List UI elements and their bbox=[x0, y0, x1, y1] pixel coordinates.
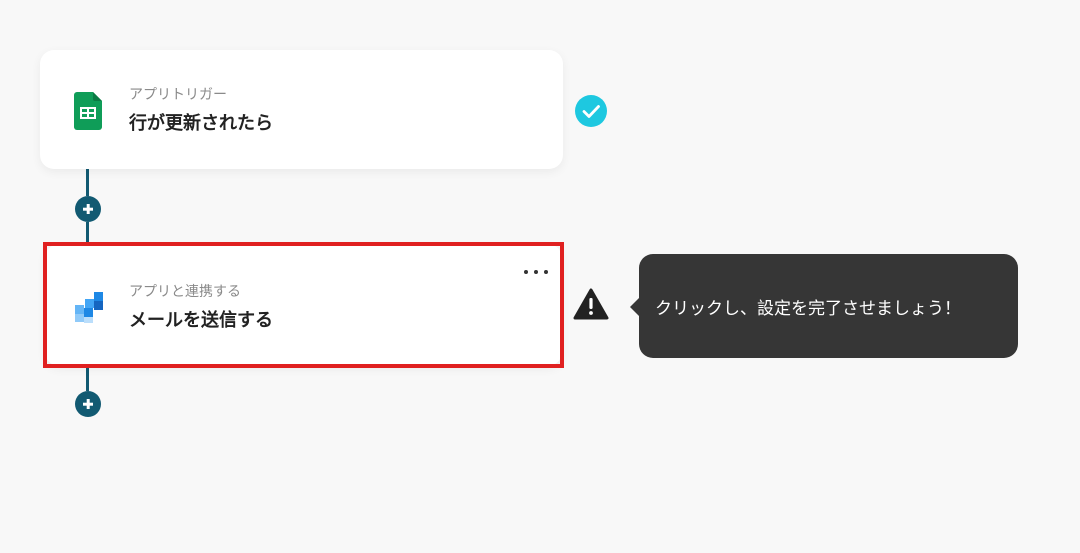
setup-hint-tooltip: クリックし、設定を完了させましょう！ bbox=[630, 254, 1018, 358]
step-title: メールを送信する bbox=[129, 310, 273, 331]
step-title: 行が更新されたら bbox=[129, 113, 273, 134]
dot bbox=[534, 270, 538, 274]
dot bbox=[524, 270, 528, 274]
flow-connector-line bbox=[86, 222, 89, 244]
flow-connector-line bbox=[86, 168, 89, 196]
check-circle-icon bbox=[575, 95, 607, 127]
google-sheets-icon bbox=[74, 92, 102, 130]
action-step-card[interactable]: アプリと連携する メールを送信する bbox=[45, 244, 562, 366]
more-options-button[interactable] bbox=[524, 264, 548, 280]
step-subtitle: アプリトリガー bbox=[129, 87, 227, 103]
tooltip-text: クリックし、設定を完了させましょう！ bbox=[655, 298, 961, 319]
trigger-step-card[interactable]: アプリトリガー 行が更新されたら bbox=[40, 50, 563, 169]
mail-app-icon bbox=[75, 292, 103, 323]
add-step-button[interactable] bbox=[75, 196, 101, 222]
add-step-button[interactable] bbox=[75, 391, 101, 417]
dot bbox=[544, 270, 548, 274]
step-subtitle: アプリと連携する bbox=[129, 284, 241, 300]
warning-icon bbox=[573, 288, 609, 320]
flow-connector-line bbox=[86, 366, 89, 391]
